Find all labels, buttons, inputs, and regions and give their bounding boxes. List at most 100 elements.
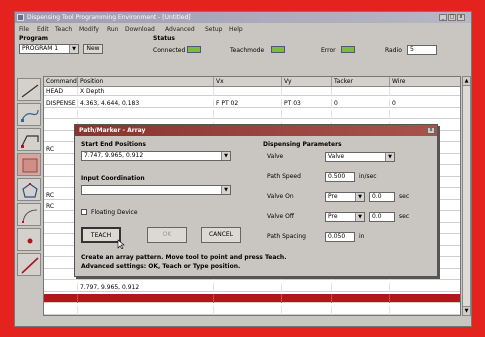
polyline-tool[interactable] — [17, 128, 41, 151]
minimize-button[interactable]: _ — [439, 14, 447, 21]
table-row[interactable]: 7.797, 9.965, 0.912 — [44, 282, 460, 292]
scroll-down-icon[interactable]: ▼ — [463, 306, 470, 315]
valve-off-mode-select[interactable]: Pre ▼ — [325, 212, 365, 222]
table-cell[interactable] — [332, 87, 390, 96]
valve-on-input[interactable]: 0.0 — [369, 192, 395, 202]
table-cell[interactable] — [390, 87, 460, 96]
table-cell[interactable]: 7.797, 9.965, 0.912 — [78, 282, 214, 292]
table-cell[interactable] — [390, 306, 460, 315]
table-cell[interactable] — [44, 179, 78, 188]
diagonal-line-tool[interactable] — [17, 253, 41, 276]
table-cell[interactable] — [44, 282, 78, 292]
table-cell[interactable] — [44, 225, 78, 234]
line-tool[interactable] — [17, 78, 41, 101]
table-cell[interactable] — [214, 305, 282, 315]
floating-device-checkbox[interactable] — [81, 209, 87, 215]
column-header-command[interactable]: Command — [44, 77, 78, 87]
new-program-button[interactable]: New — [83, 44, 103, 54]
table-cell[interactable] — [44, 213, 78, 223]
radio-field[interactable]: 5 — [407, 45, 437, 55]
maximize-button[interactable]: □ — [448, 14, 456, 21]
table-row[interactable]: DISPENSE 4.363, 4.644, 0.183 F PT 02 PT 03 0… — [44, 98, 460, 108]
table-cell[interactable] — [78, 305, 214, 315]
table-cell[interactable]: PT 03 — [282, 98, 332, 108]
table-cell[interactable] — [44, 271, 78, 280]
column-header-wire[interactable]: Wire — [390, 77, 460, 87]
table-cell[interactable] — [282, 282, 332, 292]
teach-button[interactable]: TEACH — [81, 227, 121, 243]
rect-tool[interactable] — [17, 153, 41, 176]
table-cell[interactable] — [78, 294, 214, 303]
table-cell[interactable] — [44, 133, 78, 142]
menu-file[interactable]: File — [19, 26, 29, 33]
column-header-position[interactable]: Position — [78, 77, 214, 87]
input-coordination-select[interactable]: ▼ — [81, 185, 231, 195]
valve-select[interactable]: Valve ▼ — [325, 152, 395, 162]
table-row[interactable]: HEAD X Depth — [44, 87, 460, 96]
arc-tool[interactable] — [17, 103, 41, 126]
table-cell[interactable] — [390, 110, 460, 119]
menu-advanced[interactable]: Advanced — [165, 26, 195, 33]
table-cell[interactable] — [282, 294, 332, 303]
table-cell[interactable] — [44, 167, 78, 177]
dialog-title-bar[interactable]: Path/Marker - Array x — [75, 125, 437, 136]
ok-button[interactable]: OK — [147, 227, 187, 243]
cancel-button[interactable]: CANCEL — [201, 227, 241, 243]
table-cell[interactable] — [390, 294, 460, 303]
valve-off-input[interactable]: 0.0 — [369, 212, 395, 222]
curve-tool[interactable] — [17, 203, 41, 226]
table-cell[interactable] — [282, 87, 332, 96]
table-cell[interactable] — [332, 282, 390, 292]
circle-tool[interactable] — [17, 178, 41, 201]
table-cell[interactable] — [214, 294, 282, 303]
table-cell[interactable] — [214, 87, 282, 96]
table-cell[interactable]: HEAD — [44, 87, 78, 96]
table-cell[interactable]: RC — [44, 202, 78, 211]
menu-teach[interactable]: Teach — [55, 26, 72, 33]
table-row[interactable] — [44, 294, 460, 303]
close-button[interactable]: x — [457, 14, 465, 21]
table-cell[interactable] — [44, 121, 78, 131]
vertical-scrollbar[interactable]: ▲ ▼ — [462, 76, 471, 316]
table-cell[interactable] — [44, 236, 78, 246]
column-header-vx[interactable]: Vx — [214, 77, 282, 87]
table-row[interactable] — [44, 305, 460, 315]
column-header-vy[interactable]: Vy — [282, 77, 332, 87]
table-cell[interactable]: 0 — [332, 98, 390, 108]
dialog-close-button[interactable]: x — [427, 127, 435, 134]
table-cell[interactable] — [282, 305, 332, 315]
table-cell[interactable]: RC — [44, 190, 78, 200]
table-cell[interactable]: 4.363, 4.644, 0.183 — [78, 98, 214, 108]
menu-modify[interactable]: Modify — [79, 26, 99, 33]
table-cell[interactable]: DISPENSE — [44, 98, 78, 108]
program-select[interactable]: PROGRAM 1 ▼ — [19, 44, 79, 54]
menu-setup[interactable]: Setup — [205, 26, 222, 33]
table-cell[interactable] — [390, 283, 460, 292]
table-cell[interactable] — [332, 305, 390, 315]
table-cell[interactable] — [214, 282, 282, 292]
path-speed-input[interactable]: 0.500 — [325, 172, 355, 182]
menu-help[interactable]: Help — [229, 26, 243, 33]
title-bar[interactable]: Dispensing Tool Programming Environment … — [15, 12, 471, 23]
table-cell[interactable] — [282, 110, 332, 119]
table-cell[interactable] — [44, 156, 78, 165]
table-cell[interactable]: 0 — [390, 99, 460, 108]
column-header-tacker[interactable]: Tacker — [332, 77, 390, 87]
table-cell[interactable] — [44, 294, 78, 303]
start-position-select[interactable]: 7.747, 9.965, 0.912 ▼ — [81, 151, 231, 161]
table-cell[interactable] — [44, 110, 78, 119]
path-spacing-input[interactable]: 0.050 — [325, 232, 355, 242]
dot-tool[interactable] — [17, 228, 41, 251]
table-cell[interactable] — [214, 110, 282, 119]
menu-download[interactable]: Download — [125, 26, 155, 33]
scroll-up-icon[interactable]: ▲ — [463, 77, 470, 86]
menu-run[interactable]: Run — [107, 26, 119, 33]
table-cell[interactable] — [78, 110, 214, 119]
table-cell[interactable]: X Depth — [78, 87, 214, 96]
table-cell[interactable] — [44, 259, 78, 269]
table-cell[interactable] — [44, 305, 78, 315]
table-cell[interactable] — [332, 110, 390, 119]
table-cell[interactable]: RC — [44, 144, 78, 154]
table-cell[interactable] — [332, 294, 390, 303]
table-row[interactable] — [44, 110, 460, 119]
